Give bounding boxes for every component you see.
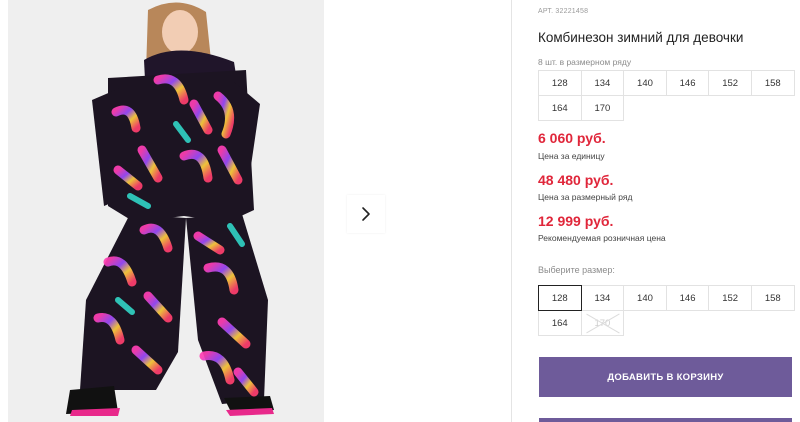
retail-price: 12 999 руб. [538, 213, 614, 229]
product-gallery [0, 0, 512, 422]
pack-size-cell: 128 [538, 70, 582, 96]
product-photo[interactable] [8, 0, 324, 422]
size-option[interactable]: 164 [538, 310, 582, 336]
unit-price: 6 060 руб. [538, 130, 606, 146]
pack-size-cell: 140 [623, 70, 667, 96]
pack-size-grid: 128 134 140 146 152 158 164 170 [538, 70, 795, 121]
pack-size-cell: 146 [665, 70, 710, 96]
pack-size-cell: 152 [708, 70, 752, 96]
gallery-divider [511, 0, 512, 422]
unit-price-caption: Цена за единицу [538, 151, 605, 161]
size-option[interactable]: 140 [623, 285, 667, 311]
pack-sizes-label: 8 шт. в размерном ряду [538, 57, 632, 67]
pack-size-cell: 170 [580, 95, 625, 121]
pack-price-caption: Цена за размерный ряд [538, 192, 633, 202]
secondary-button-edge[interactable] [539, 418, 792, 422]
product-photo-illustration [8, 0, 324, 422]
size-option[interactable]: 146 [665, 285, 710, 311]
size-option-unavailable: 170 [580, 310, 625, 336]
size-option[interactable]: 134 [580, 285, 625, 311]
next-image-button[interactable] [347, 195, 385, 233]
pack-price: 48 480 руб. [538, 172, 614, 188]
pack-size-cell: 158 [750, 70, 795, 96]
pack-size-cell: 134 [580, 70, 625, 96]
size-option-selected[interactable]: 128 [538, 285, 582, 311]
product-title: Комбинезон зимний для девочки [538, 30, 744, 45]
size-option[interactable]: 152 [708, 285, 752, 311]
chevron-right-icon [362, 207, 370, 221]
add-to-cart-button[interactable]: Добавить в корзину [539, 357, 792, 397]
product-page: АРТ. 32221458 Комбинезон зимний для дево… [0, 0, 800, 422]
size-selector: 128 134 140 146 152 158 164 170 [538, 285, 795, 336]
pack-size-cell: 164 [538, 95, 582, 121]
size-option[interactable]: 158 [750, 285, 795, 311]
choose-size-label: Выберите размер: [538, 265, 615, 275]
product-sku: АРТ. 32221458 [538, 8, 589, 15]
retail-price-caption: Рекомендуемая розничная цена [538, 233, 666, 243]
